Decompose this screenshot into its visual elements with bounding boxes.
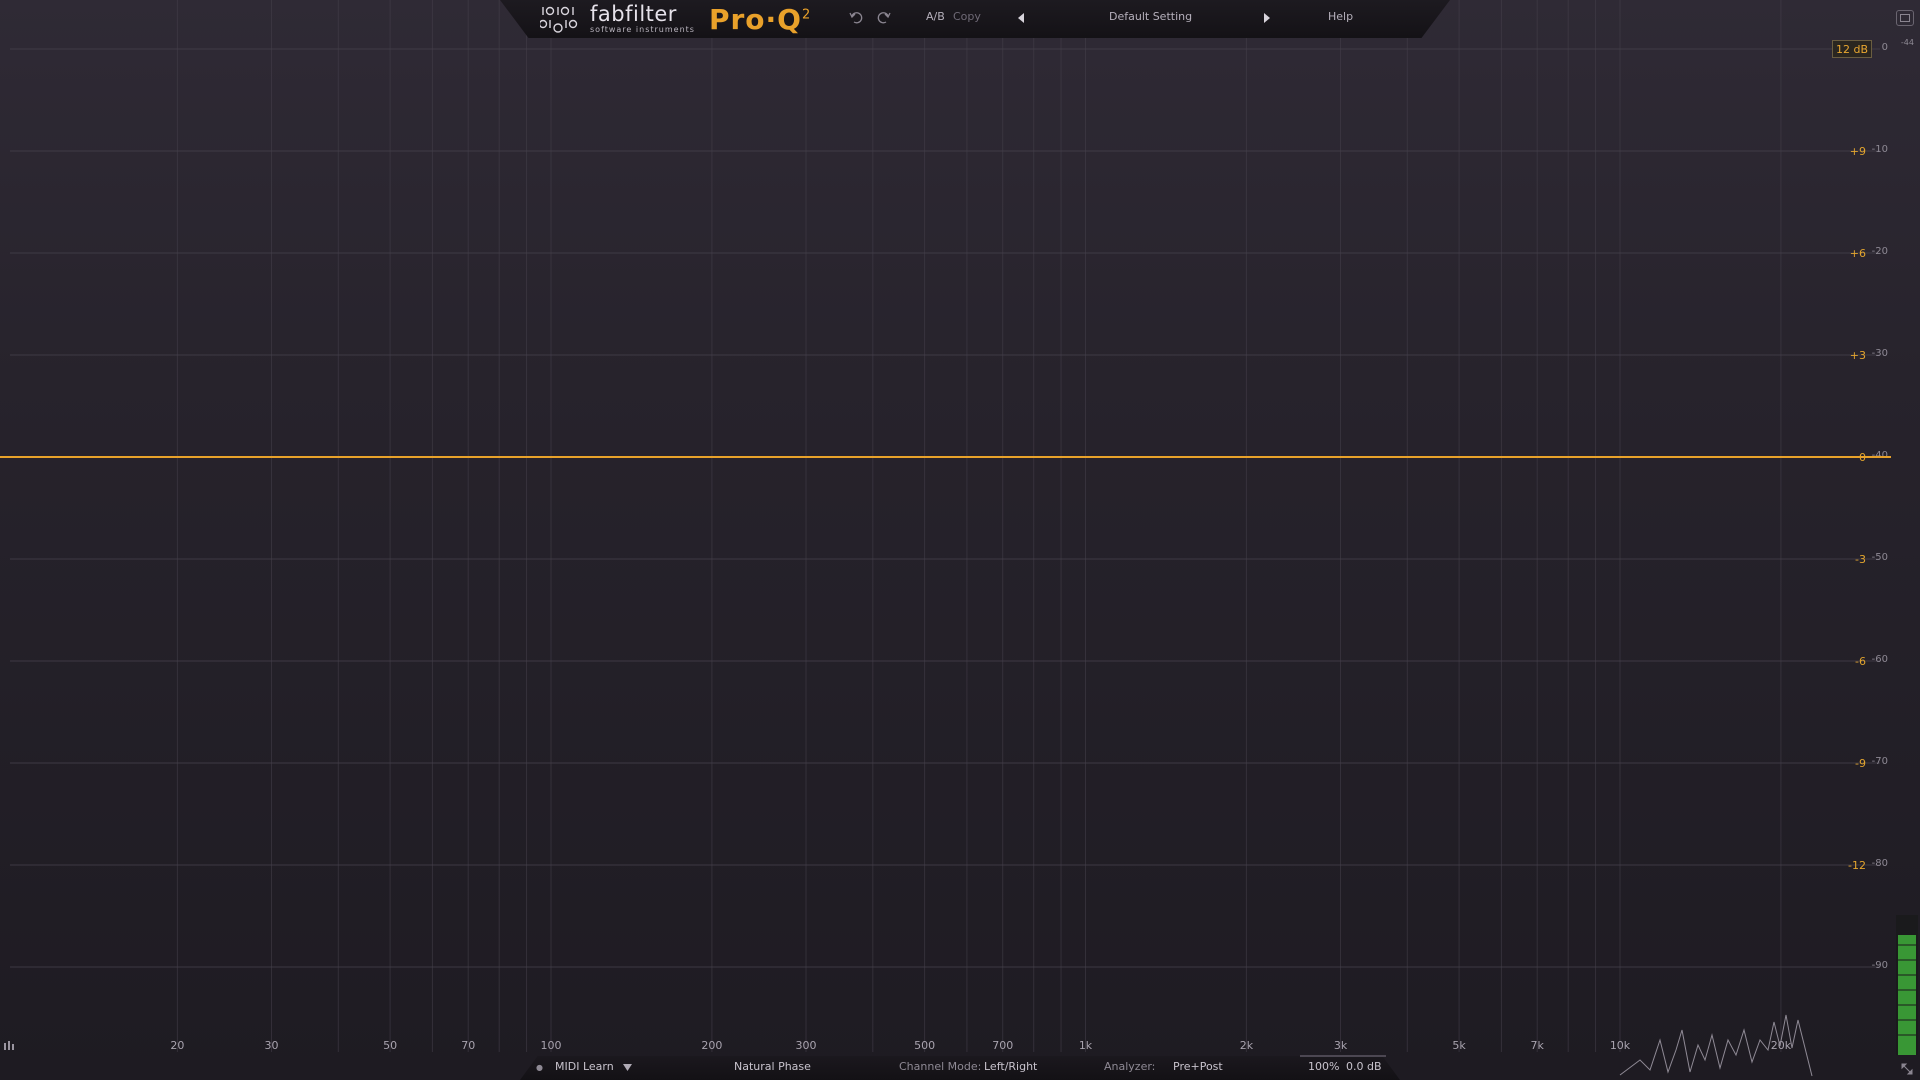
gain-tick-label: -9	[1855, 757, 1866, 770]
frequency-tick-label: 70	[461, 1039, 475, 1052]
ab-compare-button[interactable]: A/B	[926, 10, 945, 23]
brand-name: fabfilter	[590, 2, 677, 26]
meter-fill	[1898, 935, 1916, 1055]
gain-tick-label: -6	[1855, 655, 1866, 668]
fabfilter-logo: fabfilter software instruments Pro·Q2	[540, 2, 811, 36]
frequency-scale: 20 30 50 70 100 200 300 500 700 1k 2k 3k 5k 7k 10k 20k	[170, 1039, 1791, 1052]
meter-tick-label: -90	[1872, 960, 1888, 971]
help-button[interactable]: Help	[1328, 10, 1353, 23]
frequency-tick-label: 50	[383, 1039, 397, 1052]
frequency-tick-label: 30	[265, 1039, 279, 1052]
meter-tick-label: -10	[1872, 144, 1888, 155]
meter-peak-label: -44	[1900, 38, 1914, 47]
frequency-tick-label: 500	[914, 1039, 935, 1052]
frequency-tick-label: 7k	[1531, 1039, 1545, 1052]
analyzer-mode-button[interactable]: Pre+Post	[1173, 1060, 1223, 1073]
redo-icon[interactable]	[876, 10, 892, 26]
channel-mode-button[interactable]: Left/Right	[984, 1060, 1037, 1073]
resize-handle-icon[interactable]	[1900, 1062, 1914, 1076]
gain-grid	[10, 48, 1880, 968]
frequency-tick-label: 200	[701, 1039, 722, 1052]
meter-tick-label: -20	[1872, 246, 1888, 257]
eq-display[interactable]: 20 30 50 70 100 200 300 500 700 1k 2k 3k 5k 7k 10k 20k …	[0, 0, 1920, 1080]
meter-tick-label: -30	[1872, 348, 1888, 359]
processing-mode-button[interactable]: Natural Phase	[734, 1060, 811, 1073]
undo-icon[interactable]	[848, 10, 864, 26]
gain-tick-label: +3	[1850, 349, 1866, 362]
meter-tick-label: -40	[1872, 450, 1888, 461]
frequency-tick-label: 1k	[1079, 1039, 1093, 1052]
meter-tick-label: -50	[1872, 552, 1888, 563]
brand-tagline: software instruments	[590, 25, 695, 34]
frequency-tick-label: 100	[541, 1039, 562, 1052]
frequency-grid	[176, 0, 1782, 1052]
meter-tick-label: -60	[1872, 654, 1888, 665]
frequency-tick-label: 3k	[1334, 1039, 1348, 1052]
midi-dropdown-icon[interactable]	[623, 1064, 632, 1071]
frequency-tick-label: 20	[170, 1039, 184, 1052]
gain-tick-label: +9	[1850, 145, 1866, 158]
midi-learn-button[interactable]: MIDI Learn	[555, 1060, 614, 1073]
frequency-tick-label: 2k	[1240, 1039, 1254, 1052]
product-name: Pro·Q2	[709, 3, 811, 36]
preset-prev-icon[interactable]	[1016, 12, 1026, 24]
fullscreen-icon[interactable]	[1896, 10, 1914, 26]
meter-tick-label: 0	[1882, 42, 1888, 53]
product-version: 2	[801, 7, 812, 23]
output-level-meter	[1896, 915, 1918, 1055]
frequency-tick-label: 300	[796, 1039, 817, 1052]
gain-tick-label: -3	[1855, 553, 1866, 566]
header-bar: fabfilter software instruments Pro·Q2 A/…	[0, 0, 1920, 42]
product-title: Pro·Q	[708, 2, 802, 36]
meter-tick-label: -70	[1872, 756, 1888, 767]
display-range-button[interactable]: 12 dB	[1832, 40, 1872, 58]
meter-tick-label: -80	[1872, 858, 1888, 869]
gain-tick-label: +6	[1850, 247, 1866, 260]
channel-mode-label: Channel Mode:	[899, 1060, 982, 1073]
zoom-level[interactable]: 100%	[1308, 1060, 1339, 1073]
analyzer-label: Analyzer:	[1104, 1060, 1156, 1073]
frequency-tick-label: 5k	[1452, 1039, 1466, 1052]
copy-button[interactable]: Copy	[953, 10, 981, 23]
midi-indicator-icon: ●	[536, 1063, 543, 1072]
meter-scale: 0 -10 -20 -30 -40 -50 -60 -70 -80 -90	[1872, 42, 1888, 971]
output-gain-slider[interactable]	[1300, 1055, 1386, 1057]
gain-tick-label: -12	[1848, 859, 1866, 872]
preset-next-icon[interactable]	[1262, 12, 1272, 24]
frequency-tick-label: 10k	[1610, 1039, 1631, 1052]
preset-name[interactable]: Default Setting	[1109, 10, 1192, 23]
frequency-tick-label: 700	[992, 1039, 1013, 1052]
logo-dots-icon	[540, 6, 578, 33]
analyzer-toggle-icon[interactable]	[4, 1041, 14, 1050]
output-gain-value[interactable]: 0.0 dB	[1346, 1060, 1382, 1073]
